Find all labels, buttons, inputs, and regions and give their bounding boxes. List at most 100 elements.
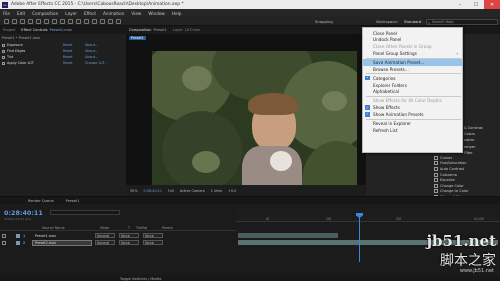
tab-render-queue[interactable]: Render Queue: [28, 199, 54, 203]
playhead-line[interactable]: [359, 217, 360, 262]
eraser-tool-icon[interactable]: [100, 19, 105, 24]
menu-item-label: Categories: [373, 75, 396, 81]
clone-stamp-tool-icon[interactable]: [92, 19, 97, 24]
workspace-value[interactable]: Standard: [404, 19, 421, 24]
menu-item-alphabetical[interactable]: Alphabetical: [363, 88, 462, 95]
menu-effect[interactable]: Effect: [84, 11, 96, 16]
layer-duration-bar[interactable]: [238, 233, 338, 238]
list-item[interactable]: & Contrast: [464, 126, 483, 130]
close-window-button[interactable]: ✕: [484, 0, 500, 9]
col-mode[interactable]: Mode: [100, 226, 128, 230]
roto-brush-tool-icon[interactable]: [108, 19, 113, 24]
fx-toggle-icon[interactable]: [2, 61, 5, 65]
menu-item-browse-presets[interactable]: Browse Presets...: [363, 66, 462, 73]
fx-toggle-icon[interactable]: [2, 55, 5, 59]
col-t[interactable]: T: [128, 226, 136, 230]
visibility-eye-icon[interactable]: [2, 240, 6, 245]
about-link[interactable]: About...: [85, 49, 98, 53]
resolution-dropdown[interactable]: Full: [168, 189, 174, 193]
workspace-selector[interactable]: Workspace: Standard: [376, 19, 421, 24]
menu-view[interactable]: View: [131, 11, 141, 16]
reset-link[interactable]: Reset: [63, 55, 85, 59]
view-layout-dropdown[interactable]: 1 View: [211, 189, 222, 193]
menu-file[interactable]: File: [3, 11, 10, 16]
layer-label-color[interactable]: [16, 233, 20, 238]
choose-lut-link[interactable]: Choose LUT...: [85, 61, 108, 65]
col-parent[interactable]: Parent: [162, 226, 173, 230]
tab-project[interactable]: Project: [3, 28, 15, 32]
maximize-button[interactable]: ☐: [468, 0, 484, 9]
camera-dropdown[interactable]: Active Camera: [180, 189, 205, 193]
zoom-dropdown[interactable]: 50%: [130, 189, 138, 193]
puppet-tool-icon[interactable]: [116, 19, 121, 24]
menu-item-label: Save Animation Preset...: [373, 59, 425, 65]
hand-tool-icon[interactable]: [20, 19, 25, 24]
list-item[interactable]: ualize: [464, 138, 474, 142]
table-row[interactable]: 2 Preset2.mov Normal None None: [0, 239, 236, 246]
type-tool-icon[interactable]: [76, 19, 81, 24]
col-trkmat[interactable]: TrkMat: [136, 226, 162, 230]
tab-timeline-comp[interactable]: Preset1: [66, 199, 80, 203]
fx-toggle-icon[interactable]: [2, 43, 5, 47]
parent-dropdown[interactable]: None: [143, 233, 163, 238]
col-source-name[interactable]: Source Name: [42, 226, 100, 230]
track-matte-dropdown[interactable]: None: [119, 240, 139, 245]
toggle-switches-modes-button[interactable]: Toggle Switches / Modes: [120, 277, 161, 281]
reset-link[interactable]: Reset: [63, 43, 85, 47]
menu-composition[interactable]: Composition: [32, 11, 58, 16]
effect-name: Apply Color LUT: [7, 61, 34, 65]
current-time-display[interactable]: 0:28:40:11: [144, 189, 163, 193]
menu-window[interactable]: Window: [148, 11, 165, 16]
tab-layer[interactable]: Layer LUT.mov: [173, 28, 200, 32]
layer-label-color[interactable]: [16, 240, 20, 245]
tab-composition[interactable]: Composition Preset1: [129, 28, 167, 32]
zoom-tool-icon[interactable]: [28, 19, 33, 24]
tab-effect-controls[interactable]: Effect Controls Preset1.mov: [21, 28, 72, 32]
comp-name-badge[interactable]: Preset1: [129, 36, 146, 40]
menu-edit[interactable]: Edit: [17, 11, 25, 16]
exposure-offset[interactable]: +0.0: [228, 189, 236, 193]
search-help-input[interactable]: ⌕ Search Help: [426, 18, 498, 25]
snapping-label[interactable]: Snapping: [315, 19, 333, 24]
blend-mode-dropdown[interactable]: Normal: [95, 233, 115, 238]
effect-icon: [434, 189, 438, 194]
pan-behind-tool-icon[interactable]: [52, 19, 57, 24]
window-title: Adobe After Effects CC 2015 - C:\Users\C…: [11, 2, 184, 7]
pen-tool-icon[interactable]: [68, 19, 73, 24]
list-item[interactable]: emper: [464, 145, 475, 149]
rectangle-tool-icon[interactable]: [60, 19, 65, 24]
layer-name[interactable]: Preset1.mov: [33, 234, 91, 238]
menu-help[interactable]: Help: [172, 11, 182, 16]
rotation-tool-icon[interactable]: [36, 19, 41, 24]
minimize-button[interactable]: –: [452, 0, 468, 9]
timeline-search-input[interactable]: [50, 210, 120, 215]
visibility-eye-icon[interactable]: [2, 233, 6, 238]
effect-row[interactable]: Apply Color LUT Reset Choose LUT...: [0, 60, 126, 66]
menu-item-refresh-list[interactable]: Refresh List: [363, 127, 462, 134]
selection-tool-icon[interactable]: [12, 19, 17, 24]
home-tool-icon[interactable]: [4, 19, 9, 24]
track-matte-dropdown[interactable]: None: [119, 233, 139, 238]
parent-dropdown[interactable]: None: [143, 240, 163, 245]
about-link[interactable]: About...: [85, 43, 98, 47]
fx-toggle-icon[interactable]: [2, 49, 5, 53]
brush-tool-icon[interactable]: [84, 19, 89, 24]
time-ruler[interactable]: 0f 10f 20f 01:00f: [236, 209, 500, 222]
watermark-domain: jb51.net: [426, 232, 496, 250]
list-item[interactable]: Colors: [464, 132, 475, 136]
watermark: jb51.net 脚本之家 www.jb51.net: [390, 228, 498, 278]
menu-layer[interactable]: Layer: [65, 11, 77, 16]
menu-animation[interactable]: Animation: [103, 11, 124, 16]
camera-tool-icon[interactable]: [44, 19, 49, 24]
about-link[interactable]: About...: [85, 55, 98, 59]
blend-mode-dropdown[interactable]: Normal: [95, 240, 115, 245]
tab-layer-label: Layer: [172, 28, 183, 32]
layer-name[interactable]: Preset2.mov: [32, 239, 92, 246]
after-effects-logo-icon: Ae: [2, 1, 8, 8]
checkmark-icon: ✓: [365, 105, 370, 110]
menu-item-show-animation-presets[interactable]: ✓ Show Animation Presets: [363, 111, 462, 118]
table-row[interactable]: 1 Preset1.mov Normal None None: [0, 232, 236, 239]
reset-link[interactable]: Reset: [63, 61, 85, 65]
menu-item-panel-group-settings[interactable]: Panel Group Settings ›: [363, 50, 462, 57]
reset-link[interactable]: Reset: [63, 49, 85, 53]
